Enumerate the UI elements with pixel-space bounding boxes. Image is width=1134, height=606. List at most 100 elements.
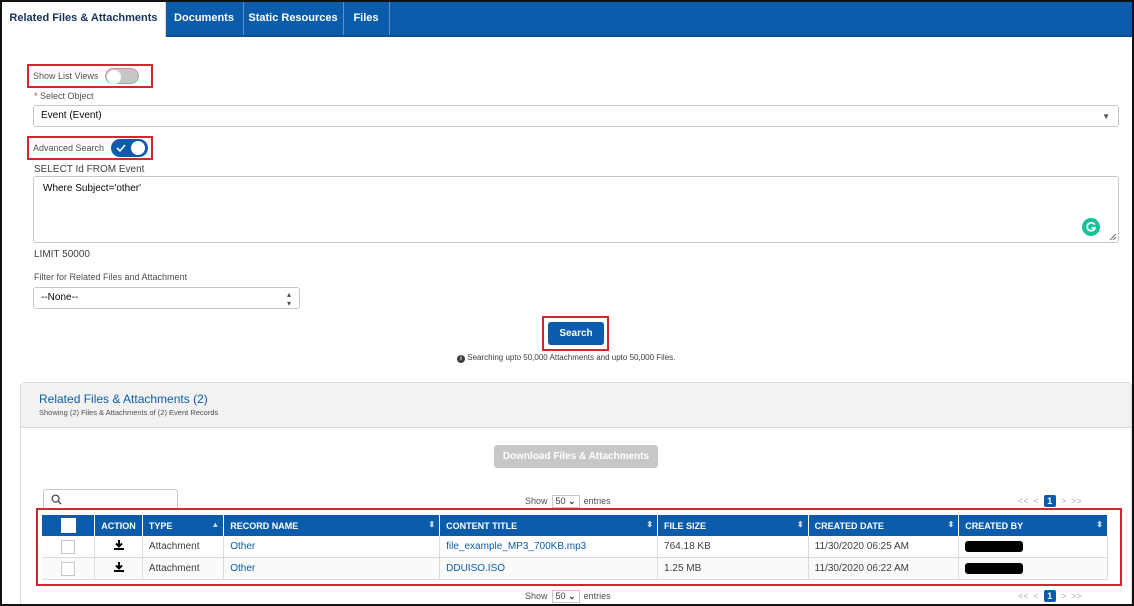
sort-icon: ⬍ [796,520,804,529]
select-object-label-text: Select Object [40,91,94,101]
select-all-checkbox[interactable] [60,518,76,533]
type-cell: Attachment [142,557,225,580]
table-search-input[interactable] [43,489,178,510]
toggle-knob [131,141,145,155]
chevron-down-icon: ⌄ [568,496,576,506]
action-cell [94,536,143,558]
tab-documents[interactable]: Documents [165,2,244,35]
column-header-content-title-label: CONTENT TITLE [446,520,518,531]
search-button[interactable]: Search [548,322,604,345]
created-date-cell: 11/30/2020 06:22 AM [808,557,960,580]
sort-icon: ⬍ [428,520,436,529]
content-title-cell: DDUISO.ISO [439,557,659,580]
column-header-action: ACTION [94,515,143,536]
redacted-block [965,540,1024,552]
sort-icon: ⬍ [947,520,955,529]
filter-value: --None-- [41,292,79,303]
pager-next[interactable]: > [1061,496,1066,506]
action-cell [94,557,143,580]
content-title-link[interactable]: file_example_MP3_700KB.mp3 [446,541,586,552]
entries-label: entries [583,496,611,506]
created-by-cell [958,536,1108,558]
query-limit: LIMIT 50000 [34,249,90,260]
show-entries-top: Show 50 ⌄ entries [525,495,611,508]
show-list-views-toggle[interactable] [105,68,139,84]
download-files-button[interactable]: Download Files & Attachments [494,445,658,468]
info-icon: i [457,355,465,363]
chevron-down-icon: ▼ [1102,112,1110,121]
file-size-cell: 764.18 KB [657,536,809,558]
query-prefix: SELECT Id FROM Event [34,164,145,175]
entries-label: entries [583,591,611,601]
search-icon [51,494,62,505]
filter-label: Filter for Related Files and Attachment [34,272,188,282]
show-label: Show [525,496,548,506]
download-icon[interactable] [113,561,125,573]
select-object-value: Event (Event) [41,110,102,121]
pager-last[interactable]: >> [1071,496,1082,506]
advanced-search-label: Advanced Search [33,143,105,153]
search-note-text: Searching upto 50,000 Attachments and up… [467,353,676,362]
results-subtitle: Showing (2) Files & Attachments of (2) E… [39,408,219,417]
record-name-link[interactable]: Other [230,541,255,552]
entries-value: 50 [555,591,566,601]
resize-handle-icon[interactable] [1109,233,1117,241]
sort-up-icon: ▲ [211,520,220,529]
record-name-link[interactable]: Other [230,563,255,574]
row-checkbox[interactable] [61,539,76,554]
query-textarea[interactable]: Where Subject='other' [33,176,1119,243]
table-row: Attachment Other file_example_MP3_700KB.… [42,536,1108,558]
column-header-file-size[interactable]: FILE SIZE ⬍ [657,515,809,536]
content-title-cell: file_example_MP3_700KB.mp3 [439,536,659,558]
row-checkbox[interactable] [61,561,76,576]
select-object-dropdown[interactable]: Event (Event) ▼ [33,105,1119,127]
pager-first[interactable]: << [1018,591,1029,601]
toggle-knob [107,70,121,84]
record-name-cell: Other [223,536,441,558]
type-cell: Attachment [142,536,225,558]
query-where-text: Where Subject='other' [43,183,142,194]
table-row: Attachment Other DDUISO.ISO 1.25 MB 11/3… [42,557,1108,580]
advanced-search-toggle[interactable] [111,139,148,157]
tab-static-resources[interactable]: Static Resources [243,2,344,35]
grammarly-icon[interactable] [1082,218,1100,236]
column-header-created-by-label: CREATED BY [965,520,1024,531]
column-header-created-date-label: CREATED DATE [814,520,884,531]
row-select-cell [42,557,96,580]
pager-first[interactable]: << [1018,496,1029,506]
results-title: Related Files & Attachments (2) [39,392,208,406]
entries-select[interactable]: 50 ⌄ [551,590,580,603]
results-table: ACTION TYPE ▲ RECORD NAME ⬍ CONTENT TITLE ⬍… [42,515,1108,580]
select-all-header [42,515,96,536]
tab-files[interactable]: Files [343,2,390,35]
pager-page[interactable]: 1 [1043,495,1056,507]
pager-page[interactable]: 1 [1043,590,1056,602]
show-list-views-label: Show List Views [33,71,99,81]
content-title-link[interactable]: DDUISO.ISO [446,563,505,574]
created-by-cell [958,557,1108,580]
pager-prev[interactable]: < [1034,591,1039,601]
sort-icon: ⬍ [646,520,654,529]
check-icon [116,144,126,153]
filter-select[interactable]: --None-- ▴ ▾ [33,287,300,309]
show-label: Show [525,591,548,601]
entries-select[interactable]: 50 ⌄ [551,495,580,508]
column-header-record-name[interactable]: RECORD NAME ⬍ [223,515,441,536]
pager-bottom: << < 1 > >> [1018,590,1082,602]
download-icon[interactable] [113,539,125,551]
pager-last[interactable]: >> [1071,591,1082,601]
app-frame: Related Files & Attachments Documents St… [0,0,1134,606]
column-header-type[interactable]: TYPE ▲ [142,515,225,536]
column-header-record-name-label: RECORD NAME [230,520,299,531]
entries-value: 50 [555,496,566,506]
column-header-created-date[interactable]: CREATED DATE ⬍ [808,515,960,536]
tab-related-files[interactable]: Related Files & Attachments [2,2,166,37]
sort-icon: ⬍ [1096,520,1103,529]
column-header-content-title[interactable]: CONTENT TITLE ⬍ [439,515,659,536]
pager-next[interactable]: > [1061,591,1066,601]
redacted-block [965,562,1024,574]
table-header-row: ACTION TYPE ▲ RECORD NAME ⬍ CONTENT TITLE ⬍… [42,515,1108,536]
record-name-cell: Other [223,557,441,580]
pager-prev[interactable]: < [1034,496,1039,506]
column-header-created-by[interactable]: CREATED BY ⬍ [958,515,1108,536]
